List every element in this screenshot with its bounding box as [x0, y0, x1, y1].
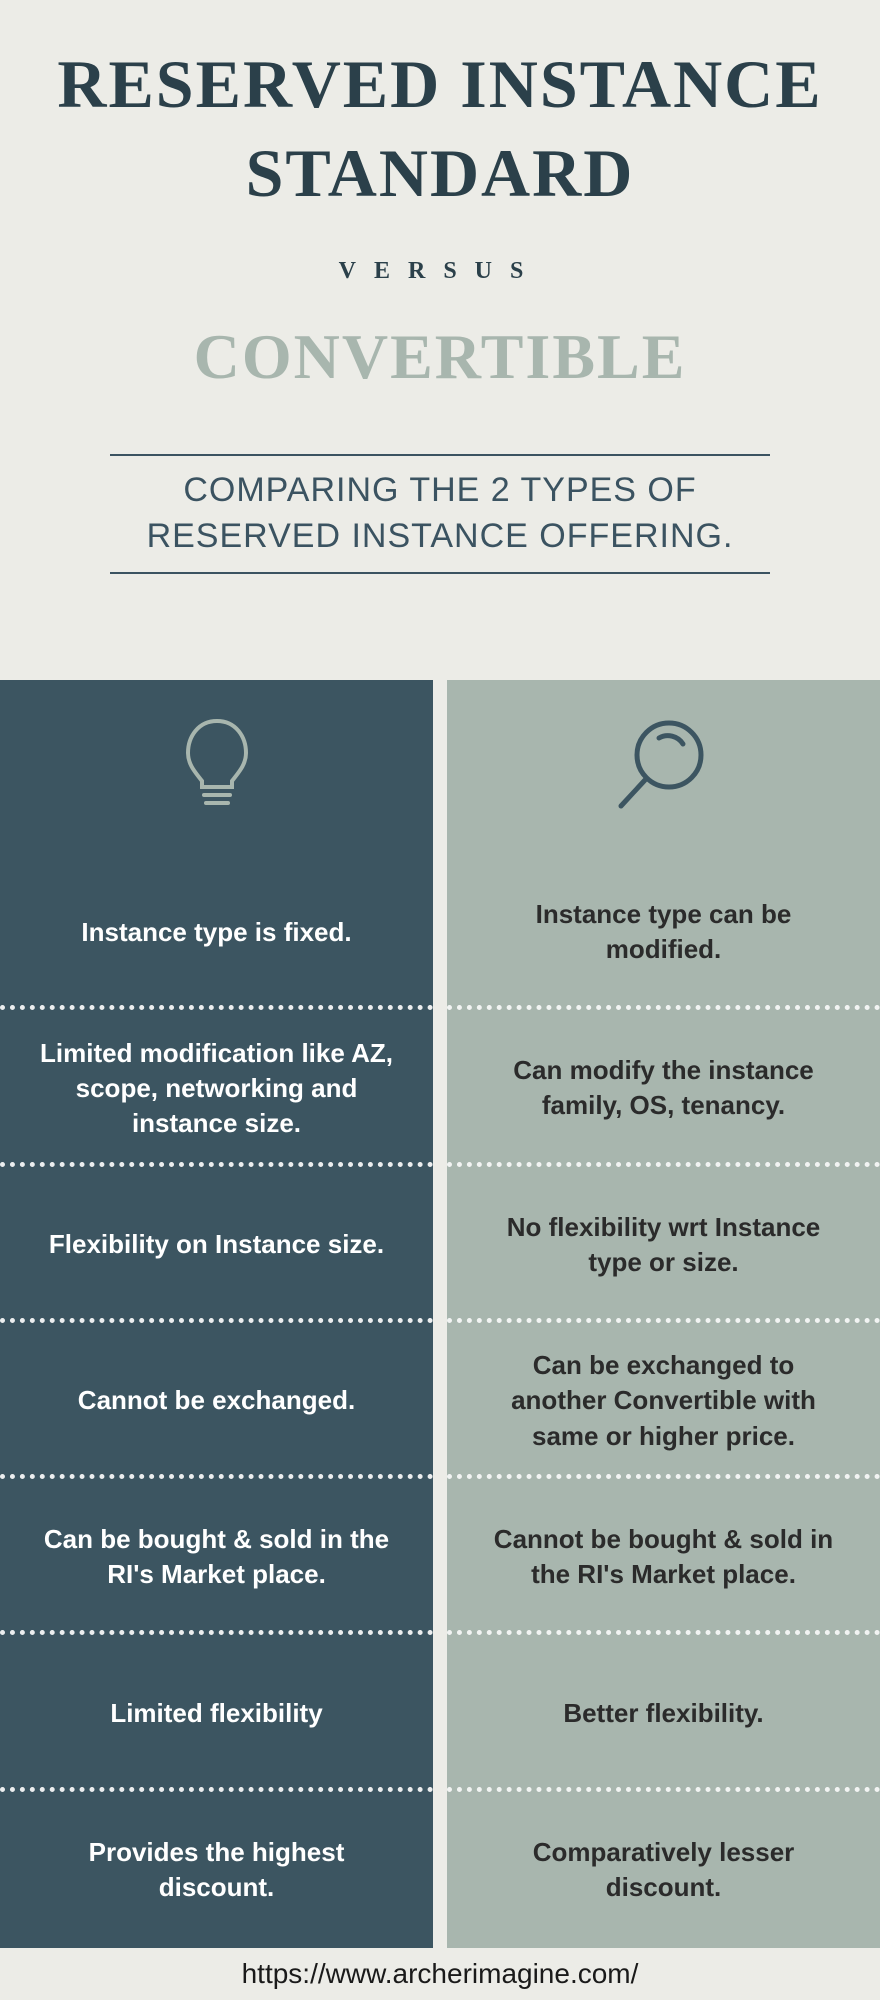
- standard-row: Limited flexibility: [0, 1635, 433, 1791]
- convertible-row: Can modify the instance family, OS, tena…: [447, 1010, 880, 1166]
- standard-column: Instance type is fixed. Limited modifica…: [0, 680, 433, 1948]
- footer: https://www.archerimagine.com/: [0, 1948, 880, 2000]
- title-line-3: CONVERTIBLE: [40, 320, 840, 394]
- title-line-1: RESERVED INSTANCE: [40, 45, 840, 124]
- standard-row: Limited modification like AZ, scope, net…: [0, 1010, 433, 1166]
- subtitle: COMPARING THE 2 TYPES OF RESERVED INSTAN…: [130, 468, 750, 560]
- convertible-row: No flexibility wrt Instance type or size…: [447, 1167, 880, 1323]
- convertible-row: Better flexibility.: [447, 1635, 880, 1791]
- header: RESERVED INSTANCE STANDARD VERSUS CONVER…: [0, 0, 880, 624]
- convertible-column: Instance type can be modified. Can modif…: [447, 680, 880, 1948]
- convertible-row: Instance type can be modified.: [447, 854, 880, 1010]
- lightbulb-icon: [182, 715, 252, 815]
- standard-row: Can be bought & sold in the RI's Market …: [0, 1479, 433, 1635]
- standard-row: Flexibility on Instance size.: [0, 1167, 433, 1323]
- convertible-icon-area: [447, 680, 880, 850]
- subtitle-container: COMPARING THE 2 TYPES OF RESERVED INSTAN…: [110, 454, 770, 574]
- comparison-table: Instance type is fixed. Limited modifica…: [0, 680, 880, 1948]
- title-line-2: STANDARD: [40, 134, 840, 213]
- convertible-row: Cannot be bought & sold in the RI's Mark…: [447, 1479, 880, 1635]
- standard-row: Provides the highest discount.: [0, 1792, 433, 1948]
- footer-url: https://www.archerimagine.com/: [242, 1958, 639, 1990]
- magnifier-icon: [609, 710, 719, 820]
- convertible-row: Comparatively lesser discount.: [447, 1792, 880, 1948]
- standard-row: Instance type is fixed.: [0, 854, 433, 1010]
- standard-row: Cannot be exchanged.: [0, 1323, 433, 1479]
- versus-label: VERSUS: [40, 258, 840, 285]
- convertible-row: Can be exchanged to another Convertible …: [447, 1323, 880, 1479]
- standard-icon-area: [0, 680, 433, 850]
